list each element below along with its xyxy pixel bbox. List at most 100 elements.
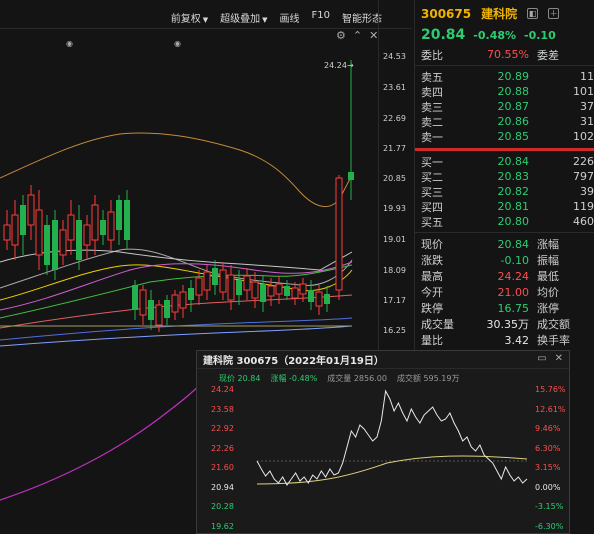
stat-value: 21.00 xyxy=(497,285,530,299)
candle-body xyxy=(179,291,187,309)
sell-book: 卖五 20.89 11 卖四 20.88 101 卖三 20.87 37 卖二 20.86 31 卖一 2… xyxy=(415,69,594,144)
candle-body xyxy=(267,285,275,297)
sell-level-row: 卖三 20.87 37 xyxy=(415,99,594,114)
candle-body xyxy=(188,288,194,300)
candle-body xyxy=(52,220,58,270)
info-icon[interactable]: ◧ xyxy=(527,8,539,19)
stat-label: 现价 xyxy=(421,238,443,251)
buy-level-label: 买二 xyxy=(421,170,443,184)
candle-body xyxy=(3,224,11,241)
sell-level-volume: 37 xyxy=(580,100,594,113)
candle-body xyxy=(132,285,138,310)
high-marker-arrow: → xyxy=(347,61,354,70)
buy-level-label: 买五 xyxy=(421,215,443,229)
stat-label: 今开 xyxy=(421,286,443,299)
buy-level-volume: 797 xyxy=(573,170,594,183)
weibi-label: 委比 xyxy=(421,48,443,62)
candle-body xyxy=(203,271,211,291)
stats-table: 现价 20.84 涨幅 涨跌 -0.10 振幅 最高 24.24 最低 今开 21.00 均价 跌停 16… xyxy=(415,236,594,364)
price-row: 20.84 -0.48% -0.10 xyxy=(415,27,594,47)
change-percent: -0.48% xyxy=(473,29,517,42)
sell-level-label: 卖一 xyxy=(421,130,443,144)
stat-label-2: 均价 xyxy=(537,286,559,299)
stat-label: 跌停 xyxy=(421,302,443,315)
stat-row: 现价 20.84 涨幅 xyxy=(415,236,594,252)
intraday-popup[interactable]: 建科院 300675（2022年01月19日） ▭ ✕ 现价 20.84 涨幅 … xyxy=(196,350,570,534)
quote-header: 300675 建科院 ◧ ＋ xyxy=(415,0,594,27)
candle-body xyxy=(164,300,170,318)
candle-body xyxy=(299,283,307,295)
stat-label: 量比 xyxy=(421,334,443,347)
current-price: 20.84 xyxy=(421,27,466,43)
price-tick: 19.01 xyxy=(383,235,406,244)
sell-level-row: 卖四 20.88 101 xyxy=(415,84,594,99)
buy-level-price: 20.84 xyxy=(497,155,530,168)
stat-label: 成交量 xyxy=(421,318,454,331)
candle-body xyxy=(171,294,179,313)
buy-level-row: 买五 20.80 460 xyxy=(415,214,594,229)
sell-level-label: 卖二 xyxy=(421,115,443,129)
change-amount: -0.10 xyxy=(524,29,556,42)
candle-body xyxy=(315,291,323,307)
price-tick: 20.85 xyxy=(383,174,406,183)
stat-value: 24.24 xyxy=(497,269,530,283)
candle-body xyxy=(236,280,242,295)
candle-body xyxy=(76,220,82,260)
sell-level-volume: 101 xyxy=(573,85,594,98)
sell-level-price: 20.87 xyxy=(497,100,530,113)
buy-level-price: 20.82 xyxy=(497,185,530,198)
weicha-label: 委差 xyxy=(537,48,559,62)
candle-body xyxy=(324,294,330,304)
price-tick: 24.53 xyxy=(383,52,406,61)
candles-group xyxy=(3,60,354,332)
stock-name: 建科院 xyxy=(481,7,518,21)
high-marker: 24.24 xyxy=(324,61,347,70)
sell-level-price: 20.86 xyxy=(497,115,530,128)
price-tick: 22.69 xyxy=(383,114,406,123)
candle-body xyxy=(91,204,99,241)
buy-level-label: 买一 xyxy=(421,155,443,169)
price-tick: 23.61 xyxy=(383,83,406,92)
candle-body xyxy=(148,300,154,320)
weibi-row: 委比 70.55% 委差 xyxy=(415,47,594,62)
stat-row: 成交量 30.35万 成交额 xyxy=(415,316,594,332)
price-tick: 17.17 xyxy=(383,296,406,305)
candle-body xyxy=(67,214,75,241)
sell-level-label: 卖五 xyxy=(421,70,443,84)
stat-value: 30.35万 xyxy=(486,318,530,331)
candle-body xyxy=(59,229,67,256)
sell-level-volume: 11 xyxy=(580,70,594,83)
candle-body xyxy=(308,290,314,302)
sell-level-label: 卖三 xyxy=(421,100,443,114)
stock-code: 300675 xyxy=(421,6,472,21)
candle-body xyxy=(251,281,259,299)
sell-level-volume: 102 xyxy=(573,130,594,143)
candle-body xyxy=(291,287,299,299)
weibi-value: 70.55% xyxy=(487,48,529,61)
buy-level-volume: 226 xyxy=(573,155,594,168)
add-watchlist-icon[interactable]: ＋ xyxy=(548,8,560,19)
stat-value: -0.10 xyxy=(500,253,529,267)
price-tick: 16.25 xyxy=(383,326,406,335)
sell-level-price: 20.88 xyxy=(497,85,530,98)
candle-body xyxy=(284,286,290,296)
stat-value: 20.84 xyxy=(497,237,530,251)
candle-body xyxy=(83,224,91,246)
sell-level-row: 卖二 20.86 31 xyxy=(415,114,594,129)
candle-body xyxy=(20,205,26,235)
price-tick: 19.93 xyxy=(383,204,406,213)
buy-level-row: 买一 20.84 226 xyxy=(415,154,594,169)
stat-label: 涨跌 xyxy=(421,254,443,267)
candle-body xyxy=(155,304,163,326)
stat-label-2: 涨停 xyxy=(537,302,559,315)
candle-body xyxy=(27,194,35,226)
candle-body xyxy=(195,277,203,296)
buy-level-row: 买四 20.81 119 xyxy=(415,199,594,214)
stat-row: 最高 24.24 最低 xyxy=(415,268,594,284)
stat-row: 今开 21.00 均价 xyxy=(415,284,594,300)
stat-label-2: 涨幅 xyxy=(537,238,559,251)
buy-level-label: 买三 xyxy=(421,185,443,199)
stat-label-2: 振幅 xyxy=(537,254,559,267)
buy-level-price: 20.83 xyxy=(497,170,530,183)
candle-body xyxy=(227,274,235,301)
